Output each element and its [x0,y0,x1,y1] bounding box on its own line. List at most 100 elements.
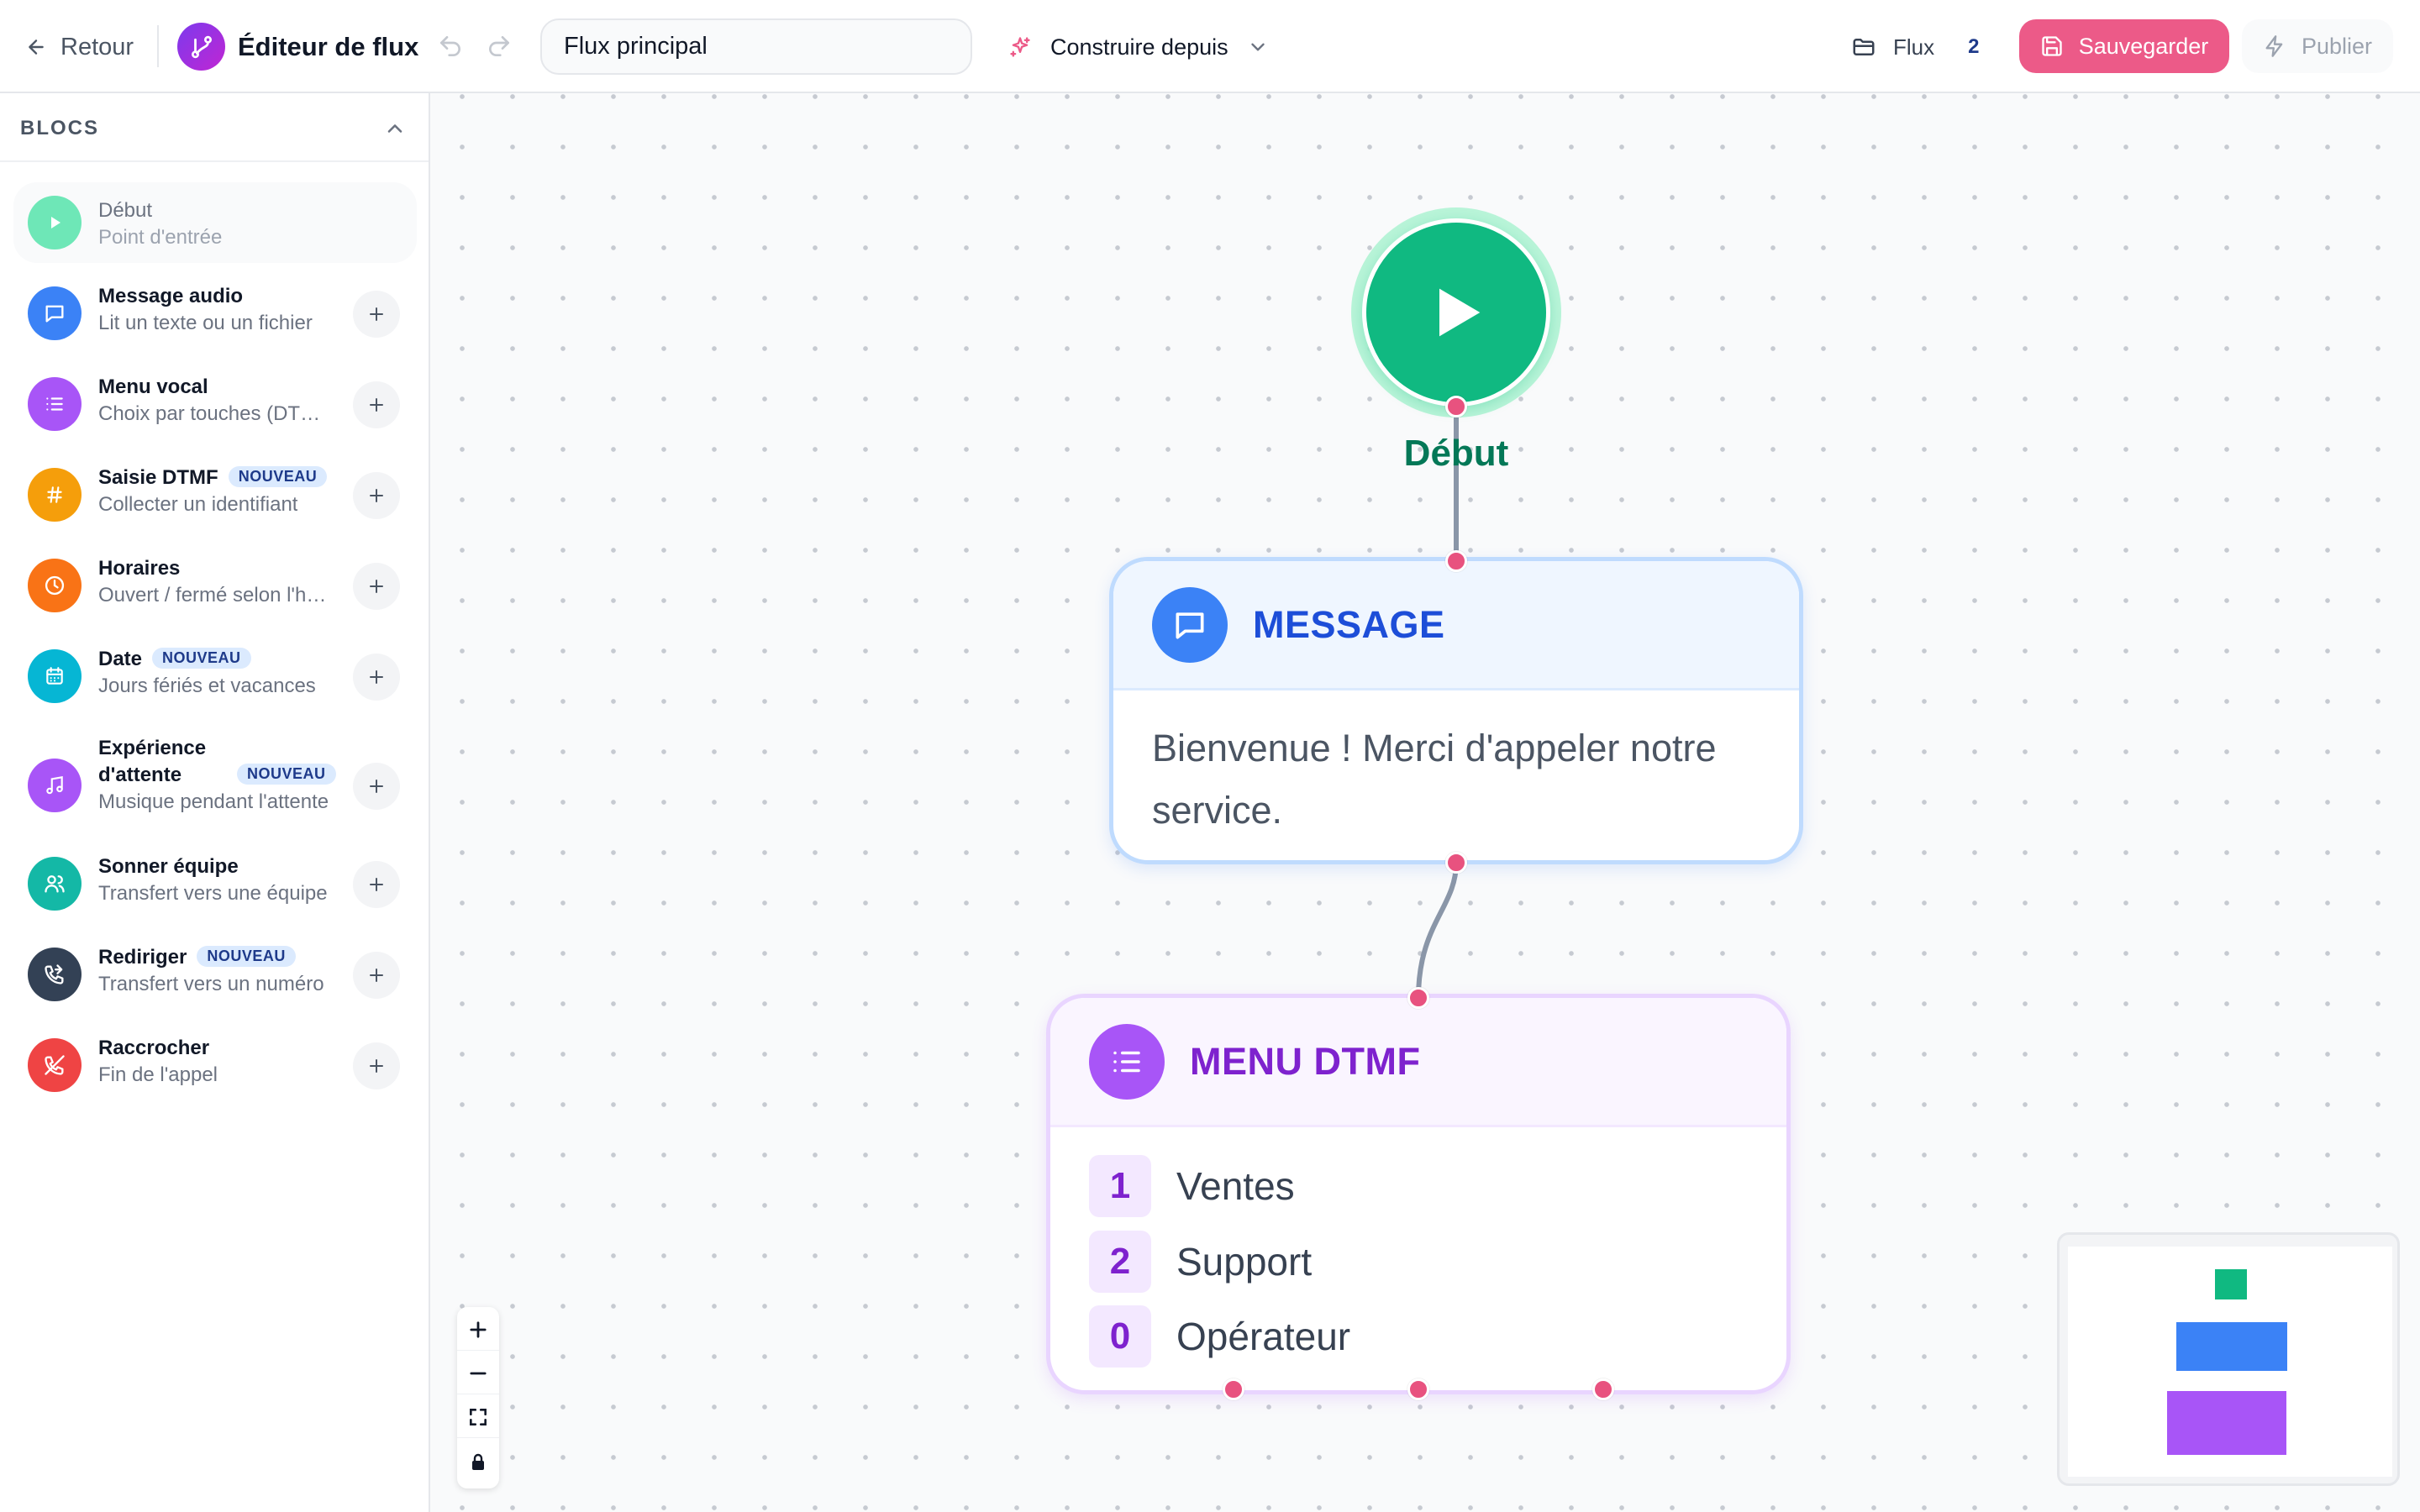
save-button[interactable]: Sauvegarder [2019,19,2229,73]
sidebar-item-debut[interactable]: Début Point d'entrée [13,182,417,263]
new-badge: NOUVEAU [152,648,251,669]
start-node-label: Début [1403,433,1509,474]
sidebar-item-raccrocher[interactable]: Raccrocher Fin de l'appel [13,1025,417,1105]
app-logo [177,23,225,71]
minimap-menu-node [2167,1391,2286,1455]
item-desc: Jours fériés et vacances [98,675,316,697]
sidebar-item-date[interactable]: Date NOUVEAU Jours fériés et vacances [13,636,417,717]
option-key: 0 [1089,1305,1151,1368]
item-name: Message audio [98,285,244,307]
minus-icon [470,1372,487,1374]
sidebar-item-message-audio[interactable]: Message audio Lit un texte ou un fichier [13,273,417,354]
flux-button[interactable]: Flux 2 [1851,29,1979,66]
start-node[interactable] [1362,218,1550,407]
item-desc: Fin de l'appel [98,1063,218,1086]
music-icon [28,759,82,812]
undo-button[interactable] [437,32,466,60]
start-output-port[interactable] [1445,396,1467,417]
item-name: Date [98,648,143,670]
back-label: Retour [60,33,134,60]
arrow-left-icon [29,39,44,55]
item-desc: Lit un texte ou un fichier [98,312,313,334]
add-block-button[interactable] [353,1042,400,1089]
publish-label: Publier [2301,33,2373,59]
message-node[interactable]: MESSAGE Bienvenue ! Merci d'appeler notr… [1109,557,1803,864]
calendar-icon [28,649,82,703]
add-block-button[interactable] [353,291,400,338]
sidebar-item-sonner-equipe[interactable]: Sonner équipe Transfert vers une équipe [13,843,417,924]
menu-output-port[interactable] [1223,1378,1244,1400]
message-node-text: Bienvenue ! Merci d'appeler notre servic… [1152,727,1717,832]
item-name-row: Date NOUVEAU [98,648,251,671]
message-node-header: MESSAGE [1113,561,1799,690]
item-name: Saisie DTMF [98,466,218,489]
add-block-button[interactable] [353,654,400,701]
save-icon [2042,36,2062,56]
item-name-row: Saisie DTMF NOUVEAU [98,466,328,490]
option-key: 2 [1089,1231,1151,1293]
item-name-line2: d'attente [98,764,182,786]
message-input-port[interactable] [1445,550,1467,572]
lock-button[interactable] [457,1441,499,1483]
plus-icon [370,1059,383,1073]
item-name: Expérience [98,737,207,759]
plus-icon [370,307,383,321]
add-block-button[interactable] [353,763,400,810]
flow-name-input[interactable] [540,18,972,75]
minimap-start-node [2215,1269,2247,1299]
menu-output-port[interactable] [1592,1378,1614,1400]
minimap[interactable] [2057,1232,2400,1486]
sidebar-item-horaires[interactable]: Horaires Ouvert / fermé selon l'horaire [13,545,417,626]
zoom-out-button[interactable] [457,1352,499,1394]
plus-icon [370,878,383,891]
item-name: Rediriger [98,946,187,969]
add-block-button[interactable] [353,861,400,908]
list-icon [28,377,82,431]
fullscreen-icon [470,1408,487,1425]
undo-icon [440,36,460,56]
top-bar: Retour Éditeur de flux Construire depuis… [0,0,2420,93]
sidebar-item-saisie-dtmf[interactable]: Saisie DTMF NOUVEAU Collecter un identifi… [13,454,417,535]
build-label: Construire depuis [1050,34,1228,60]
item-name: Horaires [98,557,181,580]
menu-option: 0 Opérateur [1089,1305,1350,1368]
message-output-port[interactable] [1445,852,1467,874]
add-block-button[interactable] [353,952,400,999]
back-button[interactable]: Retour [25,29,134,66]
menu-input-port[interactable] [1407,987,1429,1009]
redo-button[interactable] [486,32,514,60]
menu-output-port[interactable] [1407,1378,1429,1400]
menu-dtmf-node[interactable]: MENU DTMF 1 Ventes 2 Support 0 Opérateur [1046,994,1791,1394]
fit-view-button[interactable] [457,1396,499,1438]
add-block-button[interactable] [353,381,400,428]
item-name: Début [98,199,153,222]
build-from-dropdown[interactable]: Construire depuis [1008,29,1269,66]
menu-option: 1 Ventes [1089,1154,1295,1218]
sidebar-item-rediriger[interactable]: Rediriger NOUVEAU Transfert vers un numér… [13,934,417,1015]
add-block-button[interactable] [353,563,400,610]
message-icon [28,286,82,340]
sidebar-item-menu-vocal[interactable]: Menu vocal Choix par touches (DTMF) [13,364,417,444]
add-block-button[interactable] [353,472,400,519]
option-label: Ventes [1176,1164,1295,1208]
plus-icon [370,969,383,982]
zoom-in-button[interactable] [457,1309,499,1351]
menu-node-header: MENU DTMF [1050,998,1786,1127]
menu-node-title: MENU DTMF [1190,1039,1421,1083]
chevron-up-icon[interactable] [383,117,407,140]
plus-icon [370,780,383,793]
item-name: Raccrocher [98,1037,210,1059]
item-name-row: Rediriger NOUVEAU [98,946,296,969]
minimap-viewport [2068,1247,2392,1477]
flux-count: 2 [1968,35,1980,58]
plus-icon [370,489,383,502]
sidebar-title: BLOCS [20,117,99,139]
item-desc: Choix par touches (DTMF) [98,402,330,425]
sidebar-header[interactable]: BLOCS [0,93,429,162]
item-desc: Ouvert / fermé selon l'horaire [98,584,330,606]
publish-button[interactable]: Publier [2242,19,2393,73]
sidebar-item-experience-attente[interactable]: Expérience d'attente NOUVEAU Musique pen… [13,727,417,844]
new-badge: NOUVEAU [228,466,328,487]
users-icon [28,857,82,911]
phone-forward-icon [28,948,82,1001]
